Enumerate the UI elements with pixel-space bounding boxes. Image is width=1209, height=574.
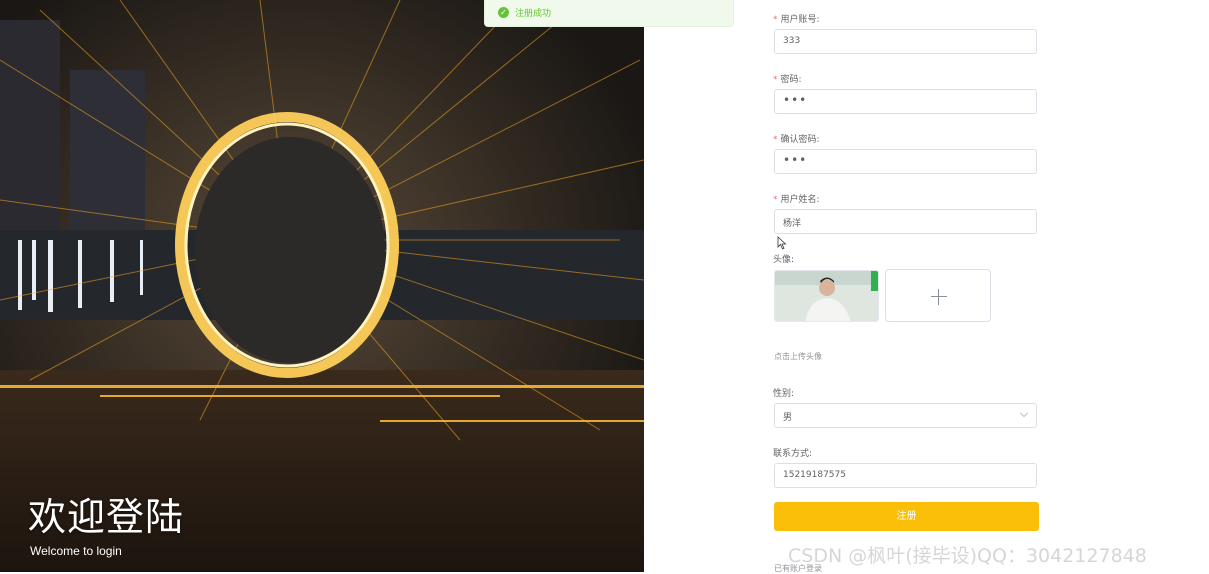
contact-input[interactable]: 15219187575 bbox=[774, 463, 1037, 488]
avatar-photo bbox=[775, 271, 878, 321]
avatar-preview[interactable] bbox=[774, 270, 879, 322]
password-input[interactable]: ••• bbox=[774, 89, 1037, 114]
name-input[interactable]: 杨洋 bbox=[774, 209, 1037, 234]
watermark: CSDN @枫叶(接毕设)QQ：3042127848 bbox=[788, 545, 1147, 567]
hero-image: 欢迎登陆 Welcome to login bbox=[0, 0, 644, 572]
required-mark: * bbox=[773, 135, 778, 145]
password-label: * 密码: bbox=[773, 75, 802, 85]
confirm-password-label: * 确认密码: bbox=[773, 135, 820, 145]
gender-label: 性别: bbox=[773, 389, 795, 399]
password-value: ••• bbox=[783, 93, 808, 107]
chevron-down-icon bbox=[1019, 408, 1029, 418]
account-value: 333 bbox=[783, 36, 801, 46]
required-mark: * bbox=[773, 15, 778, 25]
avatar-upload-button[interactable] bbox=[885, 269, 991, 322]
welcome-subtitle: Welcome to login bbox=[30, 544, 122, 558]
account-label: * 用户账号: bbox=[773, 15, 820, 25]
plus-icon-vertical bbox=[938, 289, 939, 305]
contact-value: 15219187575 bbox=[783, 470, 846, 480]
confirm-password-value: ••• bbox=[783, 153, 808, 167]
register-button[interactable]: 注册 bbox=[774, 502, 1039, 531]
gender-value: 男 bbox=[783, 413, 793, 423]
avatar-label: 头像: bbox=[773, 255, 795, 265]
upload-hint: 点击上传头像 bbox=[774, 352, 822, 361]
welcome-title: 欢迎登陆 bbox=[28, 495, 185, 539]
name-value: 杨洋 bbox=[783, 219, 802, 229]
required-mark: * bbox=[773, 75, 778, 85]
contact-label: 联系方式: bbox=[773, 449, 813, 459]
plus-icon bbox=[931, 296, 947, 297]
gender-select[interactable]: 男 bbox=[774, 403, 1037, 428]
name-label: * 用户姓名: bbox=[773, 195, 820, 205]
required-mark: * bbox=[773, 195, 778, 205]
mouse-cursor-icon bbox=[777, 236, 787, 250]
account-input[interactable]: 333 bbox=[774, 29, 1037, 54]
register-form: * 用户账号: 333 * 密码: ••• * 确认密码: ••• * 用户姓名: 杨洋… bbox=[760, 0, 1050, 573]
check-circle-icon: ✓ bbox=[498, 7, 509, 18]
toast-message: 注册成功 bbox=[515, 9, 552, 19]
success-toast: ✓ 注册成功 bbox=[484, 0, 734, 27]
confirm-password-input[interactable]: ••• bbox=[774, 149, 1037, 174]
